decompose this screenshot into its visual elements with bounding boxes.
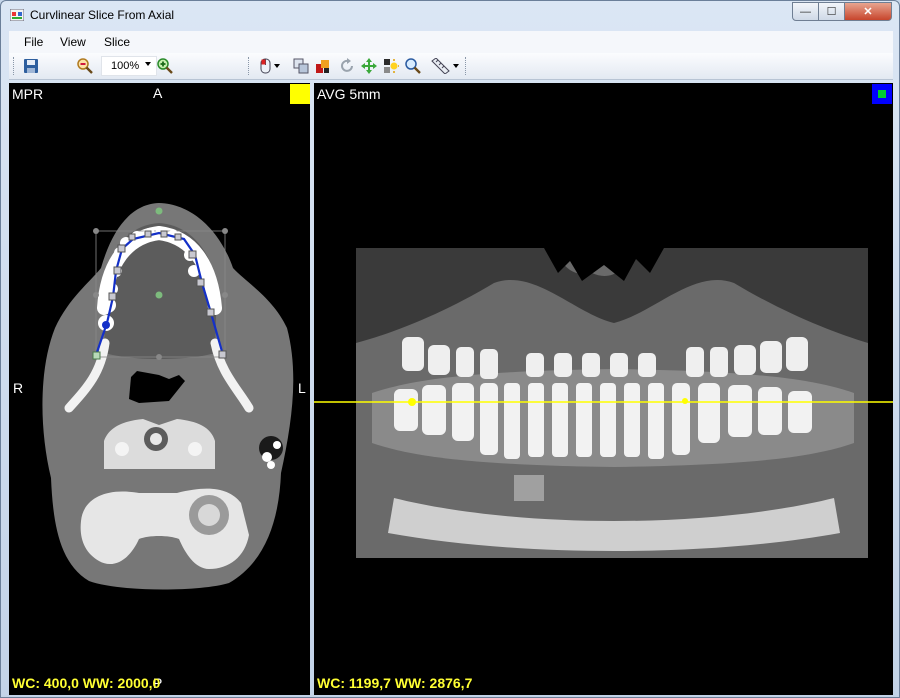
panoramic-ct-image <box>314 248 893 558</box>
save-button[interactable] <box>21 56 41 76</box>
rotate-button[interactable] <box>337 56 357 76</box>
minimize-icon: — <box>800 5 811 18</box>
mouse-mode-icon <box>260 58 280 74</box>
toolbar-grip[interactable] <box>465 57 468 75</box>
app-icon <box>10 9 24 21</box>
minimize-button[interactable]: — <box>792 2 819 21</box>
right-wc-ww-label: WC: 1199,7 WW: 2876,7 <box>317 675 473 691</box>
measure-button[interactable] <box>428 56 462 76</box>
copy-icon <box>293 58 309 74</box>
curvilinear-viewport[interactable]: AVG 5mm WC: 1199,7 WW: 2876,7 <box>314 83 893 695</box>
left-view-mode-label: MPR <box>12 86 44 102</box>
search-icon <box>405 58 421 74</box>
rotate-icon <box>341 58 353 72</box>
chevron-down-icon[interactable] <box>145 62 151 66</box>
axial-ct-image <box>42 203 294 590</box>
zoom-out-button[interactable] <box>75 56 95 76</box>
swatch-indicator <box>878 90 886 98</box>
orientation-right-label: R <box>13 380 24 396</box>
toolbar-grip[interactable] <box>13 57 16 75</box>
brightness-button[interactable] <box>381 56 401 76</box>
move-button[interactable] <box>359 56 379 76</box>
view-color-swatch[interactable] <box>290 84 310 104</box>
right-view-mode-label: AVG 5mm <box>317 86 381 102</box>
view-color-swatch[interactable] <box>872 84 892 104</box>
copy-button[interactable] <box>291 56 311 76</box>
maximize-button[interactable]: ☐ <box>818 2 845 21</box>
orientation-left-label: L <box>298 380 306 396</box>
app-window: Curvlinear Slice From Axial — ☐ ✕ File V… <box>0 0 900 698</box>
save-icon <box>24 59 38 73</box>
zoom-in-button[interactable] <box>155 56 175 76</box>
left-wc-ww-label: WC: 400,0 WW: 2000,0 <box>12 675 161 691</box>
title-bar[interactable]: Curvlinear Slice From Axial — ☐ ✕ <box>1 1 899 29</box>
menu-file[interactable]: File <box>24 35 43 49</box>
close-button[interactable]: ✕ <box>844 2 892 21</box>
search-button[interactable] <box>403 56 423 76</box>
zoom-select[interactable]: 100% <box>101 56 157 76</box>
window-title: Curvlinear Slice From Axial <box>30 8 175 22</box>
menu-slice[interactable]: Slice <box>104 35 130 49</box>
zoom-in-icon <box>157 58 173 74</box>
maximize-icon: ☐ <box>826 6 837 18</box>
menu-view[interactable]: View <box>60 35 86 49</box>
measure-icon <box>431 58 459 74</box>
brightness-icon <box>384 59 399 73</box>
toolbar: 100% <box>9 53 893 80</box>
axial-viewport[interactable]: MPR A R L P WC: 400,0 WW: 2000,0 <box>9 83 310 695</box>
close-icon: ✕ <box>863 6 873 18</box>
move-icon <box>361 58 377 74</box>
zoom-out-icon <box>77 58 93 74</box>
mouse-mode-button[interactable] <box>257 56 283 76</box>
toolbar-grip[interactable] <box>248 57 251 75</box>
orientation-anterior-label: A <box>153 85 163 101</box>
marker-icon <box>316 60 329 73</box>
marker-button[interactable] <box>313 56 333 76</box>
menu-bar: File View Slice <box>9 31 893 53</box>
zoom-value: 100% <box>111 60 140 72</box>
